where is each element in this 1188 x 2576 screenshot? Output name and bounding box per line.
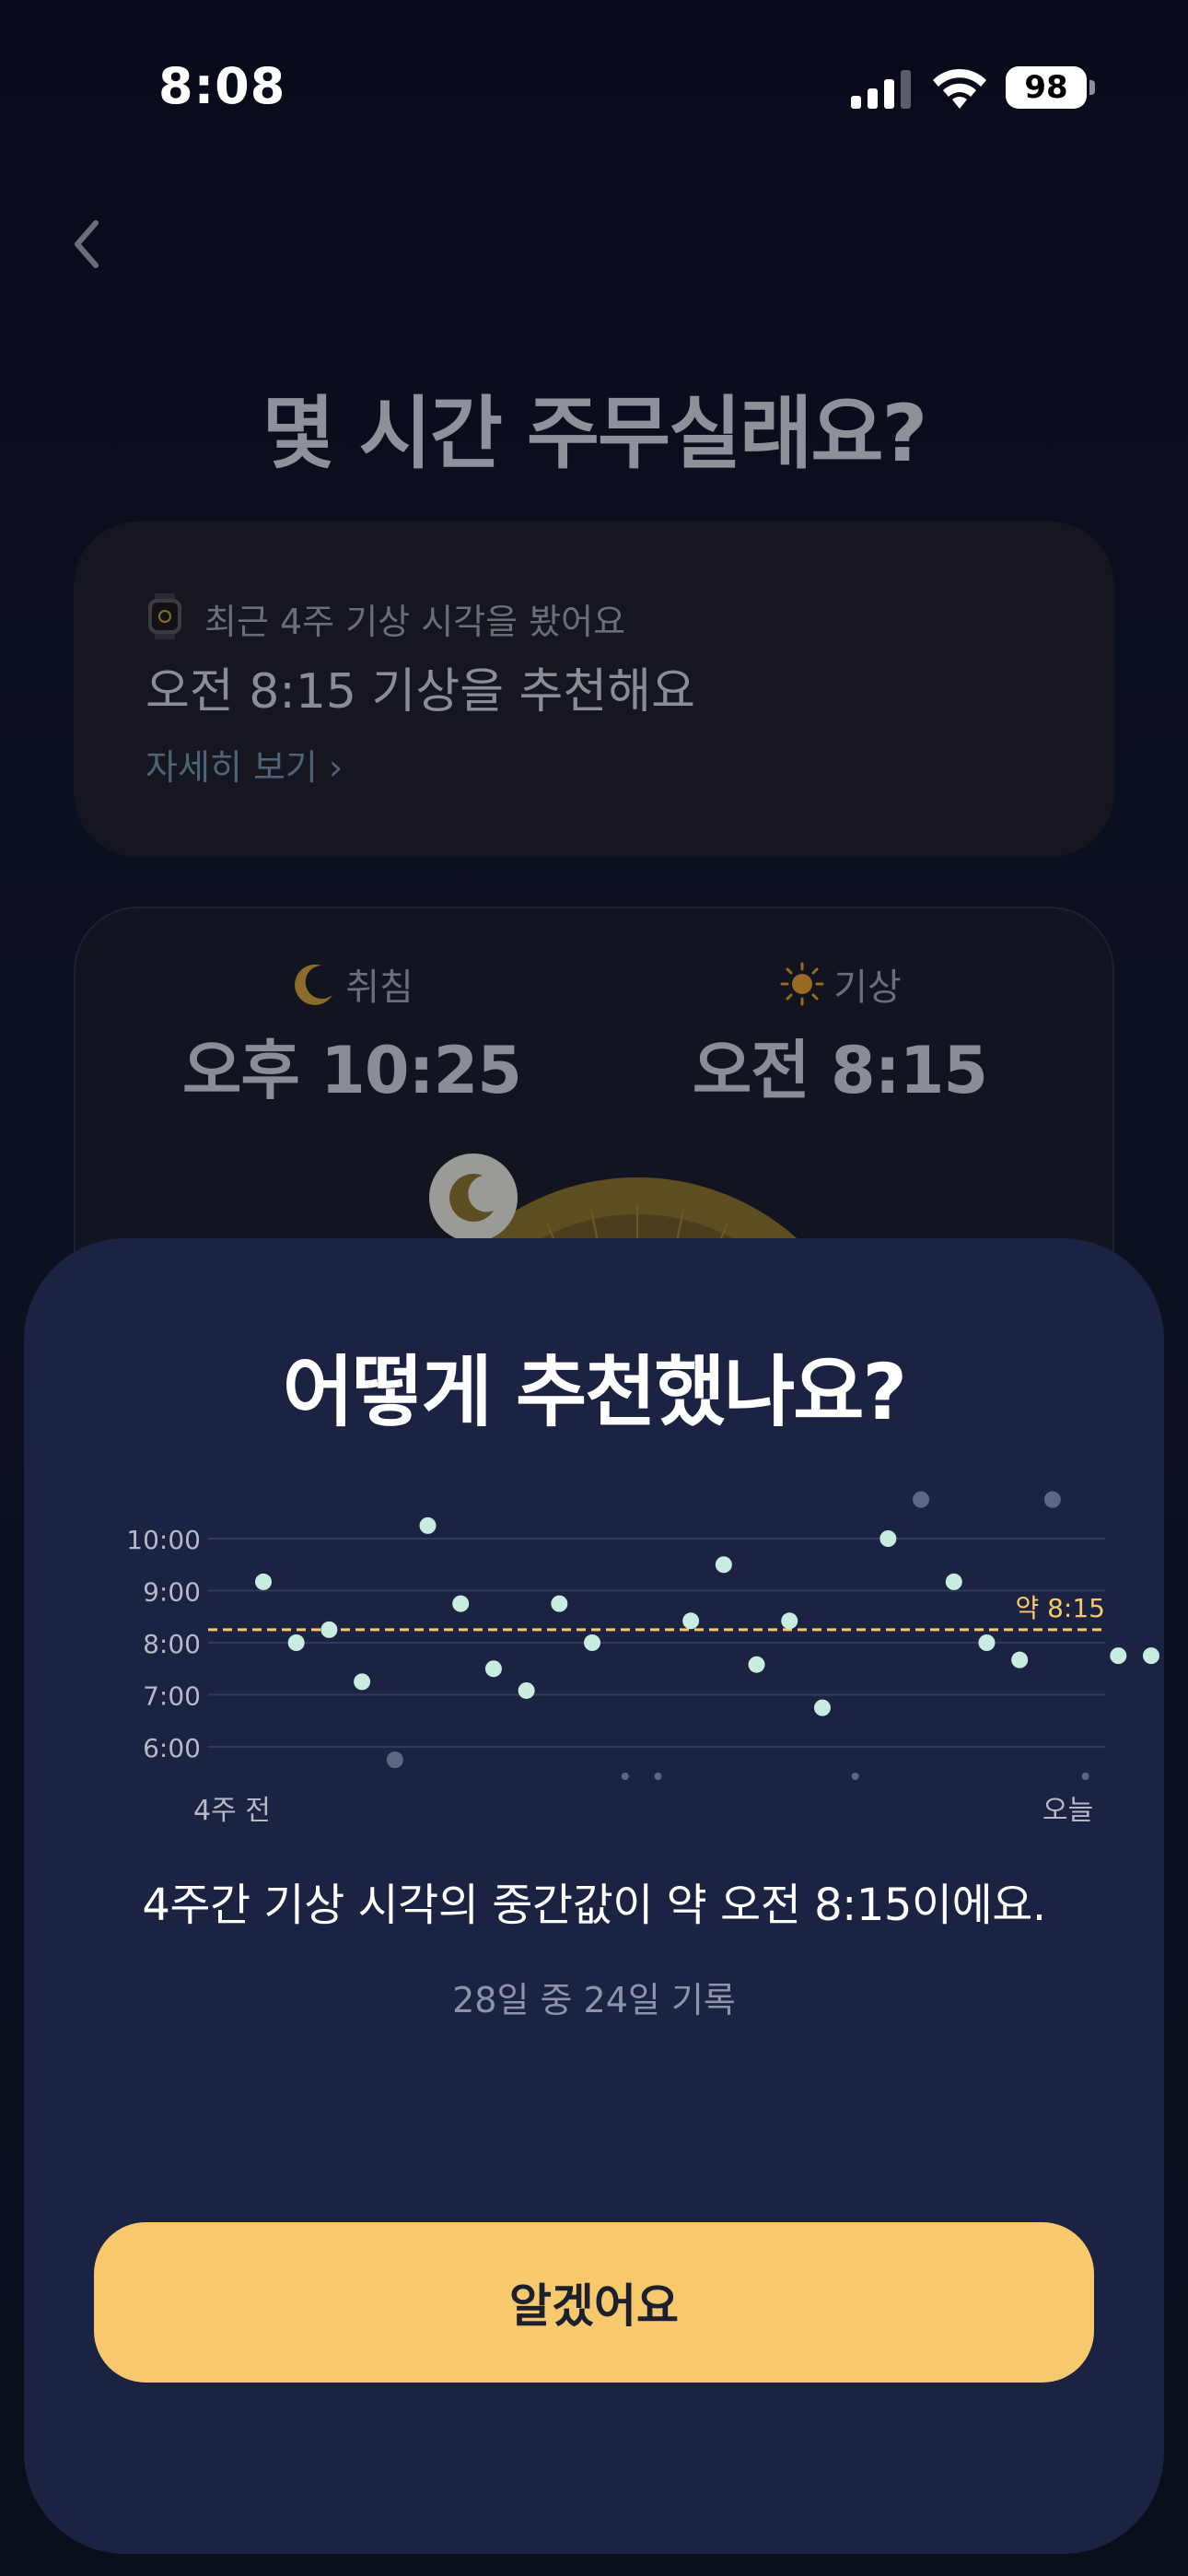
missing-day-marker — [851, 1773, 859, 1780]
data-point — [748, 1656, 765, 1673]
outlier-point — [913, 1491, 930, 1508]
sheet-title: 어떻게 추천했나요? — [282, 1347, 907, 1437]
missing-day-marker — [621, 1773, 629, 1780]
outlier-point — [1043, 1491, 1061, 1508]
wake-time-chart: 10:00 9:00 8:00 7:00 6:00 약 8:15 — [98, 1467, 1159, 1780]
data-point — [813, 1699, 831, 1716]
y-tick-label: 6:00 — [143, 1733, 201, 1763]
confirm-button[interactable]: 알겠어요 — [94, 2222, 1094, 2383]
summary-text: 4주간 기상 시각의 중간값이 약 오전 8:15이에요. — [142, 1879, 1046, 1931]
x-axis-start-label: 4주 전 — [193, 1795, 271, 1827]
data-point — [715, 1556, 732, 1574]
explanation-sheet: 어떻게 추천했나요? 10:00 9:00 8:00 7:00 6:00 약 8:15 4… — [24, 1238, 1164, 2554]
status-time: 8:08 — [158, 57, 286, 115]
data-point — [484, 1660, 502, 1678]
data-point — [584, 1634, 601, 1651]
y-tick-label: 9:00 — [143, 1577, 201, 1608]
recommendation-text: 오전 8:15 기상을 추천해요 — [146, 664, 695, 720]
data-point — [419, 1516, 437, 1534]
data-point — [781, 1612, 798, 1630]
wake-label: 기상 — [833, 966, 902, 1009]
y-tick-label: 7:00 — [143, 1681, 201, 1712]
outlier-point — [386, 1751, 403, 1769]
watch-icon — [148, 593, 181, 639]
missing-day-marker — [654, 1773, 662, 1780]
record-count: 28일 중 24일 기록 — [452, 1980, 736, 2020]
data-point — [1110, 1647, 1127, 1665]
battery-level: 98 — [1024, 69, 1068, 106]
data-point — [945, 1573, 962, 1590]
bedtime-column[interactable]: 취침 오후 10:25 — [168, 956, 536, 1112]
x-axis-end-label: 오늘 — [1042, 1795, 1094, 1827]
data-point — [354, 1673, 371, 1691]
battery-tip — [1089, 80, 1095, 95]
wake-column[interactable]: 기상 오전 8:15 — [656, 956, 1024, 1112]
data-point — [551, 1595, 568, 1612]
recommendation-caption: 최근 4주 기상 시각을 봤어요 — [204, 602, 626, 642]
data-point — [255, 1573, 272, 1590]
data-point — [452, 1595, 470, 1612]
y-tick-label: 8:00 — [143, 1629, 201, 1659]
back-chevron-icon[interactable] — [64, 212, 111, 276]
data-point — [320, 1621, 338, 1638]
data-point — [518, 1681, 535, 1699]
missing-day-marker — [1081, 1773, 1089, 1780]
bedtime-label: 취침 — [345, 966, 413, 1009]
data-point — [1011, 1651, 1029, 1669]
median-label: 약 8:15 — [1015, 1593, 1105, 1623]
recommendation-card[interactable]: 최근 4주 기상 시각을 봤어요 오전 8:15 기상을 추천해요 자세히 보기… — [74, 521, 1114, 857]
wake-value: 오전 8:15 — [692, 1033, 988, 1108]
data-point — [978, 1634, 996, 1651]
battery-indicator: 98 — [1006, 66, 1087, 109]
data-point — [879, 1530, 897, 1547]
data-point — [1143, 1647, 1159, 1665]
page-title: 몇 시간 주무실래요? — [262, 388, 928, 480]
data-point — [682, 1612, 700, 1630]
see-details-link[interactable]: 자세히 보기 › — [146, 739, 343, 790]
y-tick-label: 10:00 — [126, 1525, 201, 1555]
bedtime-value: 오후 10:25 — [182, 1033, 522, 1108]
cellular-signal-icon — [851, 70, 911, 109]
sun-icon — [780, 962, 824, 1006]
wifi-icon — [933, 68, 986, 109]
data-point — [287, 1634, 305, 1651]
wake-time-scatter: 10:00 9:00 8:00 7:00 6:00 약 8:15 — [126, 1491, 1159, 1780]
status-bar: 8:08 98 — [0, 0, 1188, 175]
moon-icon — [295, 964, 333, 1005]
